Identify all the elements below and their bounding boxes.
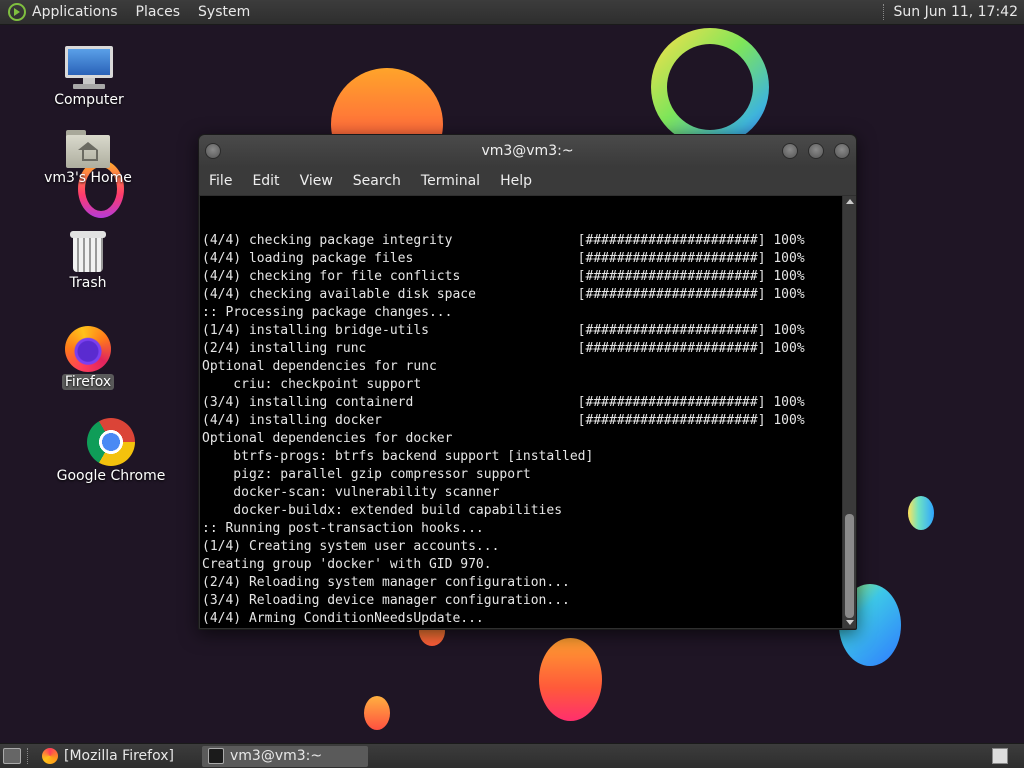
terminal-line: (4/4) checking package integrity [######… <box>202 233 805 248</box>
trash-icon <box>70 231 106 273</box>
terminal-line: (4/4) installing docker [###############… <box>202 413 805 428</box>
desktop-icon-label: Firefox <box>61 374 115 390</box>
terminal-icon <box>208 748 224 764</box>
desktop-icon-label: Computer <box>54 92 124 108</box>
menu-search[interactable]: Search <box>343 173 411 189</box>
terminal-line: (2/4) installing runc [#################… <box>202 341 805 356</box>
menu-file[interactable]: File <box>199 173 242 189</box>
desktop-icon-computer[interactable]: Computer <box>29 46 149 108</box>
applications-menu[interactable]: Applications <box>32 4 118 20</box>
terminal-line: (4/4) checking for file conflicts [#####… <box>202 269 805 284</box>
desktop-icon-firefox[interactable]: Firefox <box>28 326 148 390</box>
terminal-output[interactable]: (4/4) checking package integrity [######… <box>200 196 842 628</box>
menu-terminal[interactable]: Terminal <box>411 173 490 189</box>
firefox-icon <box>65 326 111 372</box>
distro-logo-icon[interactable] <box>8 3 26 21</box>
terminal-line: Optional dependencies for docker <box>202 431 453 446</box>
desktop-icon-chrome[interactable]: Google Chrome <box>51 418 171 484</box>
show-desktop-icon[interactable] <box>3 748 21 764</box>
terminal-line: (1/4) Creating system user accounts... <box>202 539 500 554</box>
top-panel: Applications Places System Sun Jun 11, 1… <box>0 0 1024 25</box>
desktop-icon-trash[interactable]: Trash <box>28 231 148 291</box>
panel-separator <box>882 4 886 20</box>
terminal-line: docker-buildx: extended build capabiliti… <box>202 503 563 518</box>
terminal-line: (2/4) Reloading system manager configura… <box>202 575 570 590</box>
terminal-line: Optional dependencies for runc <box>202 359 437 374</box>
terminal-scrollbar[interactable] <box>843 196 856 628</box>
window-titlebar[interactable]: vm3@vm3:~ <box>199 135 856 167</box>
terminal-line: docker-scan: vulnerability scanner <box>202 485 500 500</box>
terminal-menubar: File Edit View Search Terminal Help <box>199 167 856 195</box>
terminal-line: (4/4) loading package files [###########… <box>202 251 805 266</box>
chrome-icon <box>87 418 135 466</box>
desktop-icon-label: Google Chrome <box>56 468 166 484</box>
clock[interactable]: Sun Jun 11, 17:42 <box>894 4 1018 20</box>
window-title: vm3@vm3:~ <box>481 143 574 159</box>
terminal-line: Creating group 'docker' with GID 970. <box>202 557 492 572</box>
terminal-line: btrfs-progs: btrfs backend support [inst… <box>202 449 594 464</box>
terminal-line: pigz: parallel gzip compressor support <box>202 467 531 482</box>
desktop-icon-home[interactable]: vm3's Home <box>28 130 148 186</box>
scroll-down-icon[interactable] <box>846 620 854 625</box>
computer-icon <box>65 46 113 90</box>
wallpaper-ring <box>651 28 769 146</box>
taskbar-item-firefox[interactable]: [Mozilla Firefox] <box>36 746 196 767</box>
terminal-line: (4/4) checking available disk space [###… <box>202 287 805 302</box>
panel-separator <box>27 748 30 764</box>
terminal-line: criu: checkpoint support <box>202 377 422 392</box>
places-menu[interactable]: Places <box>136 4 181 20</box>
terminal-window[interactable]: vm3@vm3:~ File Edit View Search Terminal… <box>198 134 857 630</box>
scroll-up-icon[interactable] <box>846 199 854 204</box>
menu-edit[interactable]: Edit <box>242 173 289 189</box>
wallpaper-orange-blob-small <box>364 696 390 730</box>
terminal-line: :: Running post-transaction hooks... <box>202 521 484 536</box>
scrollbar-thumb[interactable] <box>845 514 854 618</box>
terminal-line: (3/4) Reloading device manager configura… <box>202 593 570 608</box>
terminal-line: (3/4) installing containerd [###########… <box>202 395 805 410</box>
taskbar-item-terminal[interactable]: vm3@vm3:~ <box>202 745 368 767</box>
wallpaper-cyan-blob <box>908 496 934 530</box>
bottom-panel: [Mozilla Firefox] vm3@vm3:~ <box>0 743 1024 768</box>
minimize-button[interactable] <box>782 143 798 159</box>
home-folder-icon <box>66 130 110 168</box>
maximize-button[interactable] <box>808 143 824 159</box>
terminal-line: (1/4) installing bridge-utils [#########… <box>202 323 805 338</box>
terminal-line: (4/4) Arming ConditionNeedsUpdate... <box>202 611 484 626</box>
window-menu-button[interactable] <box>205 143 221 159</box>
menu-help[interactable]: Help <box>490 173 542 189</box>
firefox-icon <box>42 748 58 764</box>
menu-view[interactable]: View <box>290 173 343 189</box>
taskbar-label: vm3@vm3:~ <box>230 748 323 764</box>
desktop-icon-label: vm3's Home <box>44 170 132 186</box>
taskbar-label: [Mozilla Firefox] <box>64 748 174 764</box>
terminal-line: :: Processing package changes... <box>202 305 453 320</box>
workspace-switcher[interactable] <box>992 748 1008 764</box>
system-menu[interactable]: System <box>198 4 250 20</box>
wallpaper-orange-blob-bottom <box>539 638 602 721</box>
desktop-icon-label: Trash <box>69 275 107 291</box>
close-button[interactable] <box>834 143 850 159</box>
